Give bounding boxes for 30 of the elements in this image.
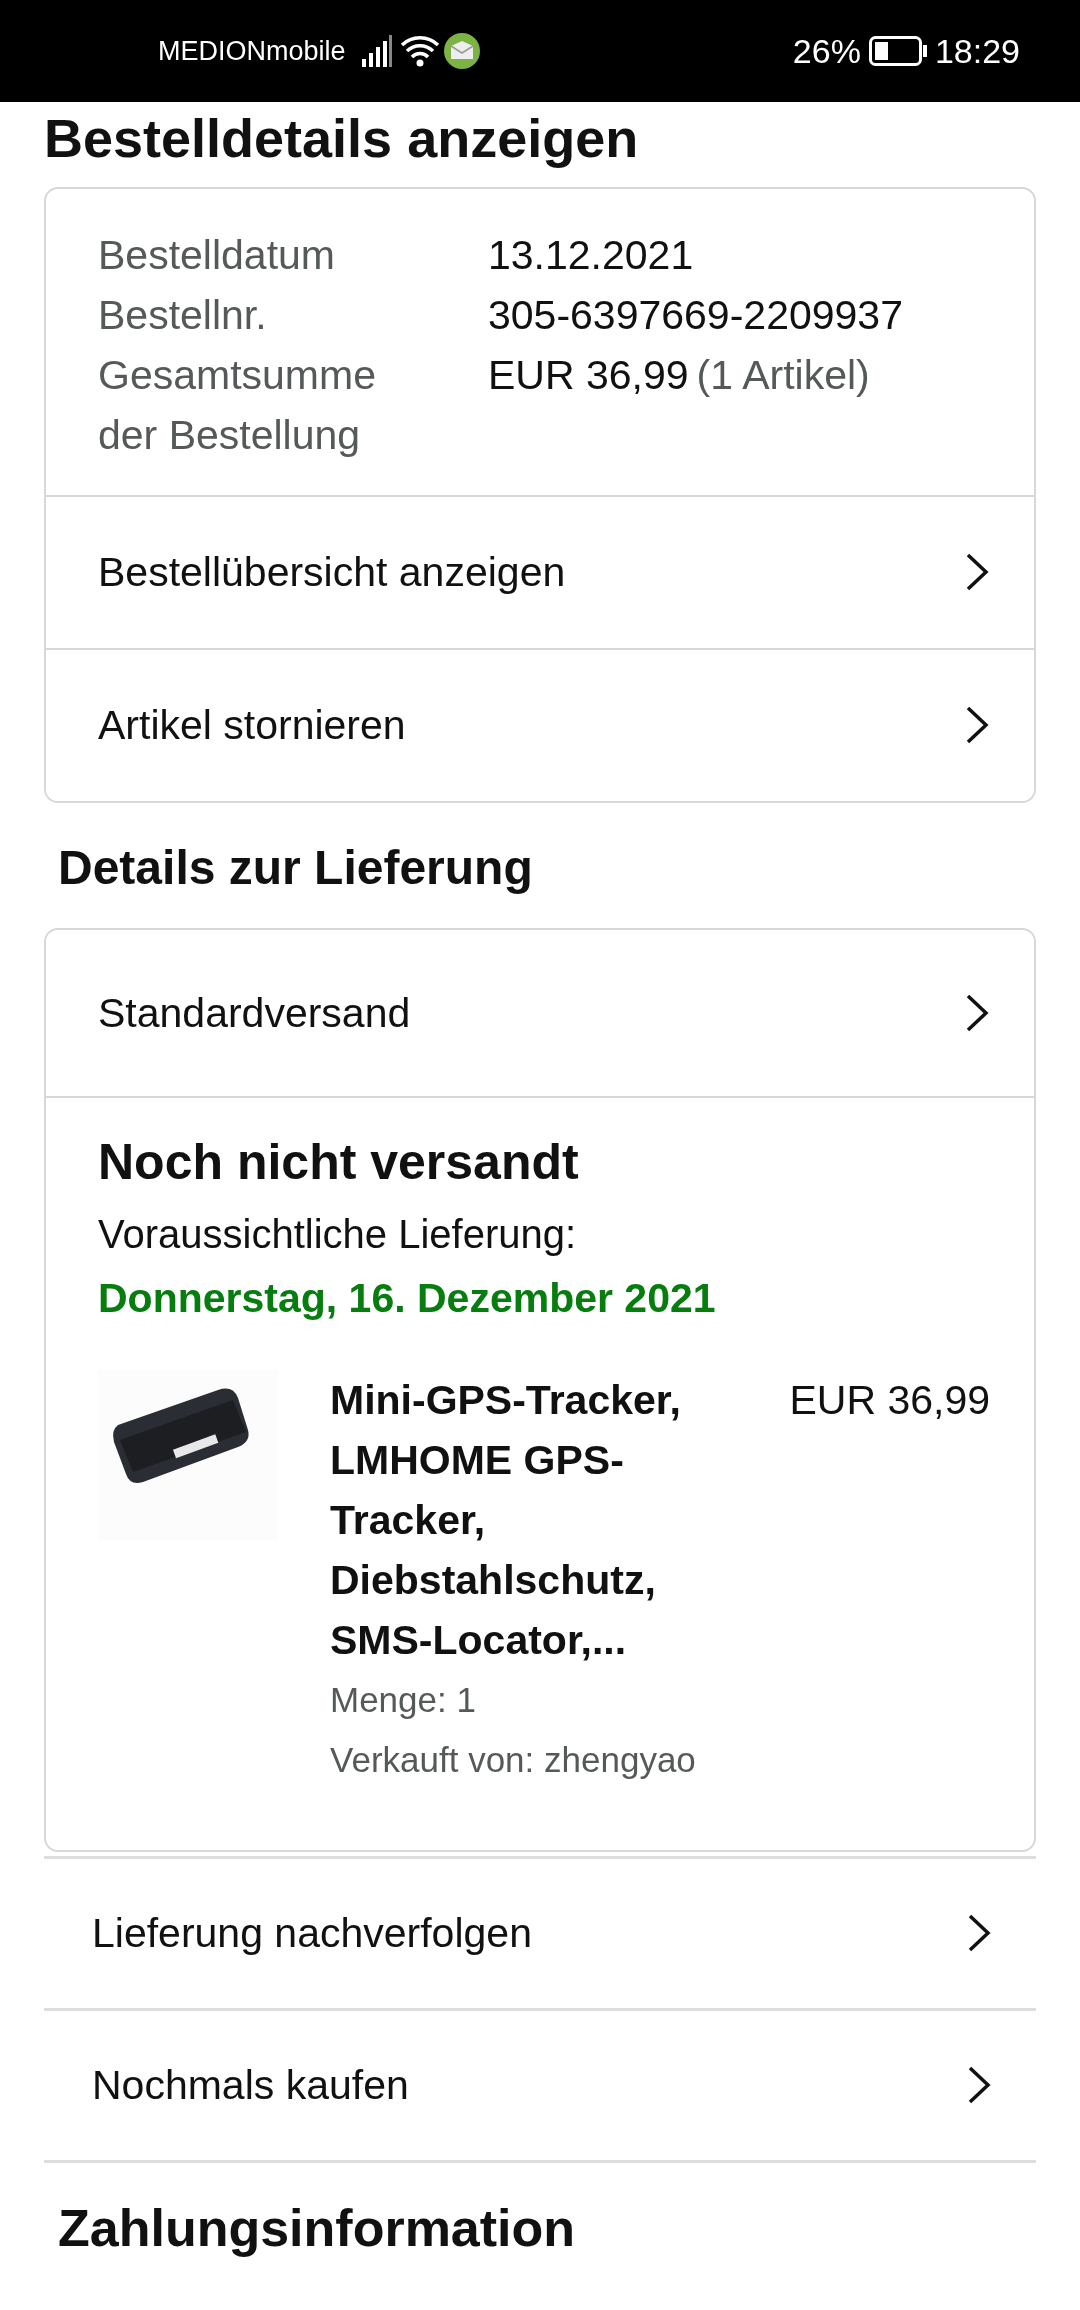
- field-label: Bestelldatum: [98, 230, 336, 280]
- clock: 18:29: [934, 30, 1020, 72]
- shipping-status: Noch nicht versandt: [98, 1133, 580, 1193]
- product-price: EUR 36,99: [789, 1375, 990, 1425]
- carrier-name: MEDIONmobile: [158, 34, 346, 68]
- seller-text: Verkauft von: zhengyao: [330, 1738, 697, 1781]
- field-label: Bestellnr.: [98, 290, 268, 340]
- delivery-date: Donnerstag, 16. Dezember 2021: [98, 1274, 717, 1324]
- chevron-right-icon: [964, 705, 990, 746]
- chevron-right-icon: [966, 2065, 992, 2106]
- section-heading: Details zur Lieferung: [58, 839, 534, 896]
- delivery-estimate-label: Voraussichtliche Lieferung:: [98, 1211, 578, 1259]
- item-count: (1 Artikel): [696, 350, 870, 400]
- battery-percent: 26%: [792, 30, 861, 72]
- chevron-right-icon: [964, 993, 990, 1034]
- mail-icon: [443, 33, 480, 69]
- section-heading: Zahlungsinformation: [58, 2197, 577, 2259]
- page-title: Bestelldetails anzeigen: [44, 107, 640, 170]
- battery-icon: [868, 36, 927, 66]
- field-value: 13.12.2021: [488, 230, 694, 280]
- field-label: Gesamtsumme der Bestellung: [98, 350, 377, 460]
- menu-row[interactable]: Artikel stornieren: [46, 647, 1034, 801]
- chevron-right-icon: [966, 1913, 992, 1954]
- signal-icon: [361, 35, 392, 67]
- field-value: EUR 36,99: [488, 350, 689, 400]
- quantity-text: Menge: 1: [330, 1678, 477, 1721]
- product-title[interactable]: Mini-GPS-Tracker, LMHOME GPS-Tracker, Diebstahlschutz, SMS-Locator,...: [330, 1369, 760, 1670]
- chevron-right-icon: [964, 552, 990, 593]
- field-value: 305-6397669-2209937: [488, 290, 903, 340]
- wifi-icon: [399, 35, 440, 67]
